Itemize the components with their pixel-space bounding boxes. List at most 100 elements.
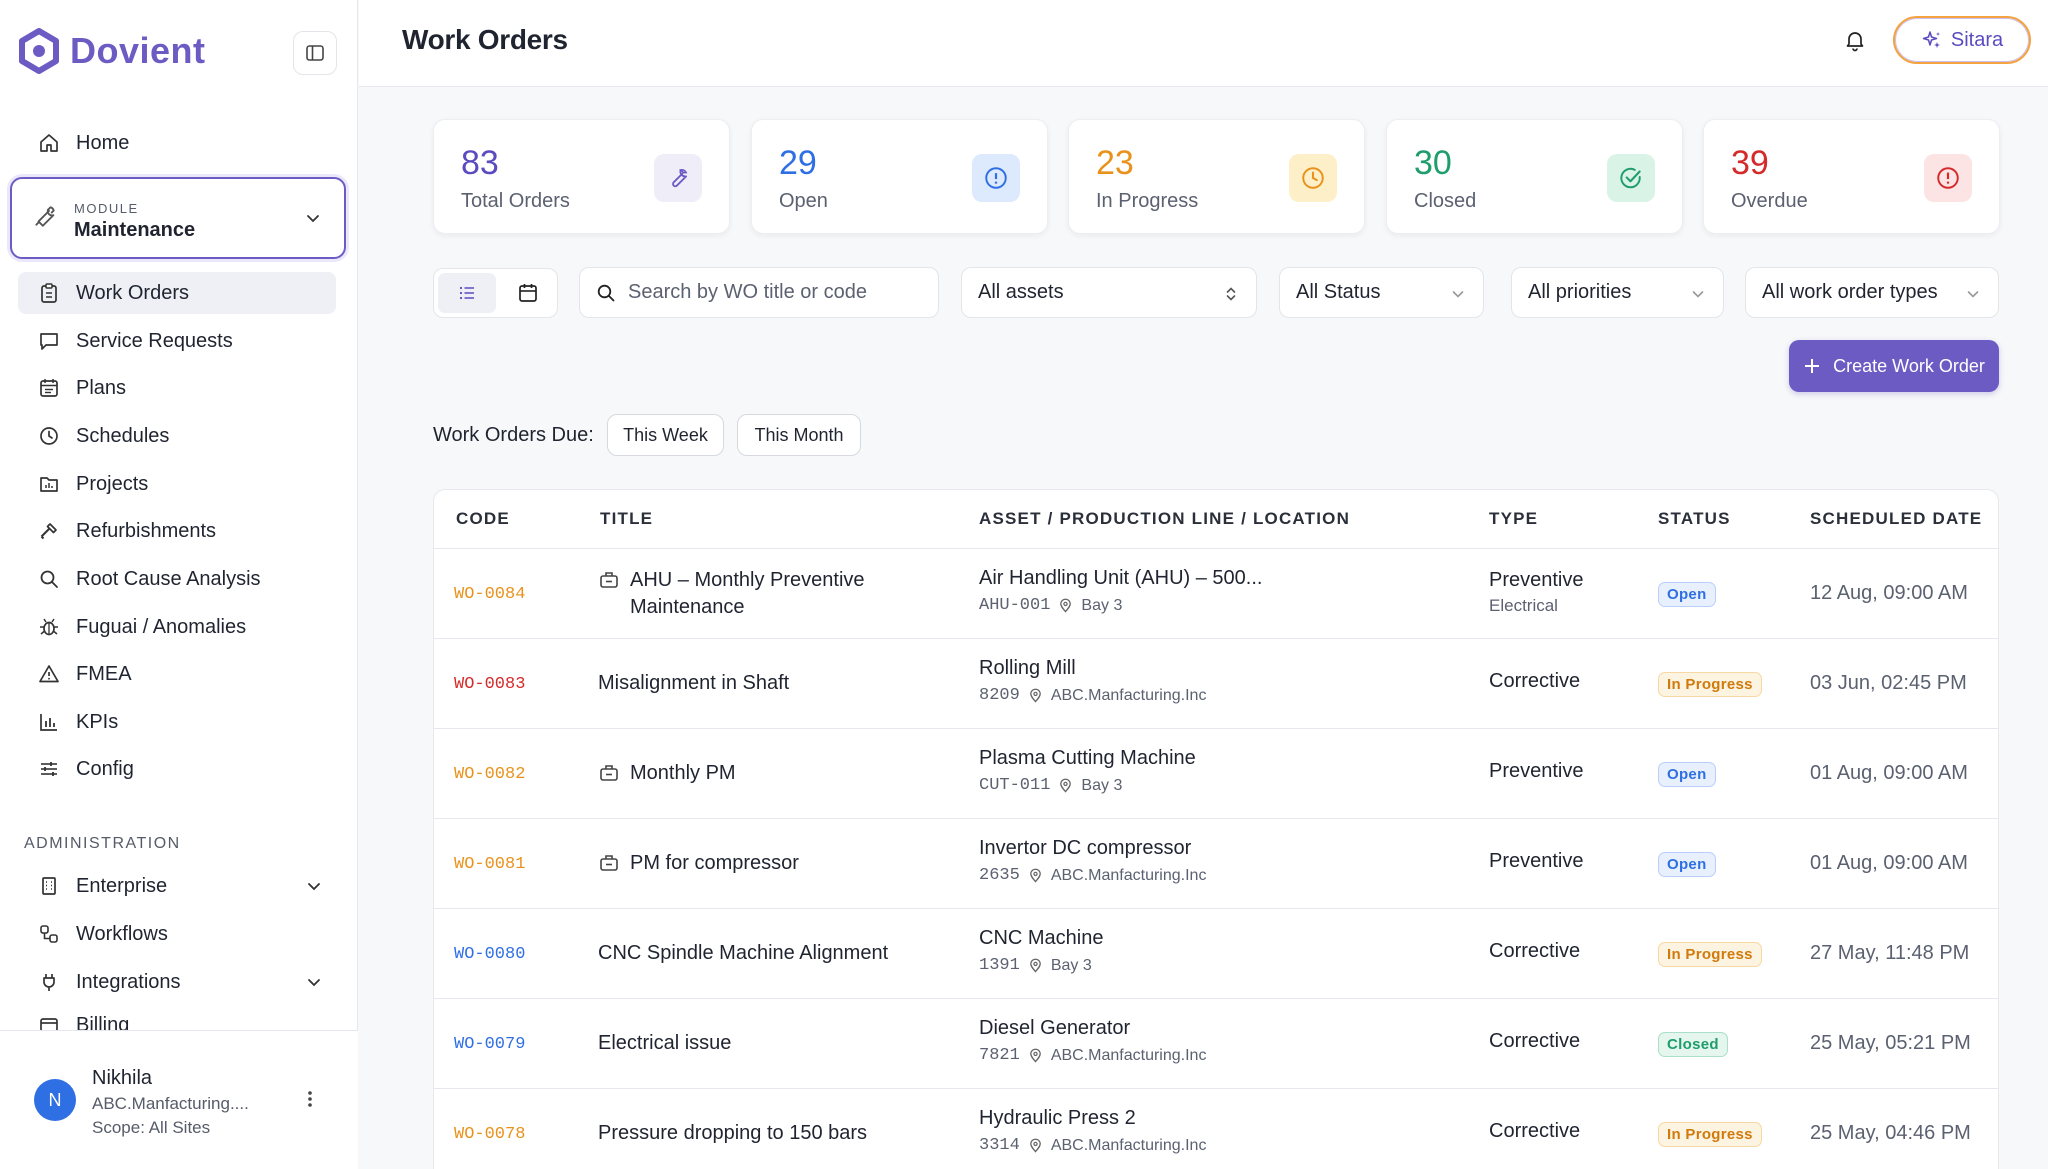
asset-name[interactable]: Hydraulic Press 2 xyxy=(979,1107,1459,1130)
location-pin-icon xyxy=(1028,1138,1043,1153)
table-row[interactable]: WO-0080 CNC Spindle Machine Alignment CNC … xyxy=(434,908,1998,998)
wo-title[interactable]: CNC Spindle Machine Alignment xyxy=(598,940,938,967)
column-header-code[interactable]: CODE xyxy=(456,490,510,548)
module-selector[interactable]: MODULE Maintenance xyxy=(10,177,346,259)
wo-code-link[interactable]: WO-0078 xyxy=(454,1125,525,1144)
column-header-scheduled-date[interactable]: SCHEDULED DATE xyxy=(1810,490,1982,548)
calendar-view-button[interactable] xyxy=(502,273,554,313)
table-row[interactable]: WO-0079 Electrical issue Diesel Generator 7… xyxy=(434,998,1998,1088)
sidebar-item-schedules[interactable]: Schedules xyxy=(18,415,336,457)
view-toggle xyxy=(433,268,558,318)
work-order-types-filter-select[interactable]: All work order types xyxy=(1745,267,1999,318)
chevron-up-down-icon xyxy=(1222,285,1240,303)
sidebar-item-workflows[interactable]: Workflows xyxy=(18,913,336,955)
stat-card-overdue[interactable]: 39 Overdue xyxy=(1703,119,2000,234)
asset-name[interactable]: Diesel Generator xyxy=(979,1017,1459,1040)
administration-section-label: ADMINISTRATION xyxy=(24,835,181,852)
location-pin-icon xyxy=(1028,688,1043,703)
sidebar-item-fmea[interactable]: FMEA xyxy=(18,653,336,695)
bell-icon[interactable] xyxy=(1843,28,1867,52)
sidebar-item-kpis[interactable]: KPIs xyxy=(18,701,336,743)
more-vertical-icon[interactable] xyxy=(300,1089,320,1109)
wo-code-link[interactable]: WO-0080 xyxy=(454,945,525,964)
wo-title[interactable]: Misalignment in Shaft xyxy=(598,670,938,697)
wo-title[interactable]: AHU – Monthly Preventive Maintenance xyxy=(598,567,938,621)
wo-code-link[interactable]: WO-0083 xyxy=(454,675,525,694)
sidebar-item-root-cause-analysis[interactable]: Root Cause Analysis xyxy=(18,558,336,600)
sidebar-item-fuguai-anomalies[interactable]: Fuguai / Anomalies xyxy=(18,606,336,648)
table-row[interactable]: WO-0078 Pressure dropping to 150 bars Hydr… xyxy=(434,1088,1998,1169)
asset-location: ABC.Manfacturing.Inc xyxy=(1050,686,1207,704)
asset-location: ABC.Manfacturing.Inc xyxy=(1050,866,1207,884)
sidebar-item-work-orders[interactable]: Work Orders xyxy=(18,272,336,314)
sidebar-item-integrations[interactable]: Integrations xyxy=(18,961,336,1003)
asset-name[interactable]: Rolling Mill xyxy=(979,657,1459,680)
wo-code-link[interactable]: WO-0084 xyxy=(454,585,525,604)
status-badge: Open xyxy=(1658,762,1716,787)
stat-card-closed[interactable]: 30 Closed xyxy=(1386,119,1683,234)
column-header-asset[interactable]: ASSET / PRODUCTION LINE / LOCATION xyxy=(979,490,1350,548)
sidebar-item-refurbishments[interactable]: Refurbishments xyxy=(18,510,336,552)
wo-title-text: Misalignment in Shaft xyxy=(598,672,790,694)
assets-filter-select[interactable]: All assets xyxy=(961,267,1257,318)
wo-title[interactable]: Monthly PM xyxy=(598,760,938,787)
status-cell: Open xyxy=(1658,762,1716,787)
table-row[interactable]: WO-0083 Misalignment in Shaft Rolling Mill… xyxy=(434,638,1998,728)
stat-card-open[interactable]: 29 Open xyxy=(751,119,1048,234)
sitara-assistant-button[interactable]: Sitara xyxy=(1893,16,2031,64)
asset-name[interactable]: Air Handling Unit (AHU) – 500... xyxy=(979,567,1459,590)
create-work-order-button[interactable]: Create Work Order xyxy=(1789,340,1999,392)
asset-details: 8209 ABC.Manfacturing.Inc xyxy=(979,686,1459,705)
wo-title[interactable]: Electrical issue xyxy=(598,1030,938,1057)
sidebar-item-projects[interactable]: Projects xyxy=(18,463,336,505)
asset-code: 8209 xyxy=(979,686,1020,705)
table-row[interactable]: WO-0084 AHU – Monthly Preventive Maintena… xyxy=(434,548,1998,638)
this-week-button[interactable]: This Week xyxy=(607,414,724,456)
sidebar-item-home[interactable]: Home xyxy=(18,122,336,164)
avatar: N xyxy=(34,1079,76,1121)
column-header-status[interactable]: STATUS xyxy=(1658,490,1731,548)
stat-label: Closed xyxy=(1414,190,1477,212)
wo-code-link[interactable]: WO-0082 xyxy=(454,765,525,784)
status-cell: In Progress xyxy=(1658,1122,1762,1147)
stat-card-total[interactable]: 83 Total Orders xyxy=(433,119,730,234)
type-cell: Corrective xyxy=(1489,940,1580,963)
table-row[interactable]: WO-0081 PM for compressor Invertor DC comp… xyxy=(434,818,1998,908)
asset-name[interactable]: CNC Machine xyxy=(979,927,1459,950)
calendar-icon xyxy=(517,282,539,304)
home-icon xyxy=(38,132,60,154)
wo-code-link[interactable]: WO-0081 xyxy=(454,855,525,874)
sidebar-item-billing[interactable]: Billing xyxy=(18,1008,336,1030)
user-profile[interactable]: N Nikhila ABC.Manfacturing.... Scope: Al… xyxy=(0,1030,358,1169)
brand-logo[interactable]: Dovient xyxy=(16,28,206,74)
asset-details: AHU-001 Bay 3 xyxy=(979,596,1459,615)
sliders-icon xyxy=(38,758,60,780)
this-month-button[interactable]: This Month xyxy=(737,414,861,456)
asset-name[interactable]: Plasma Cutting Machine xyxy=(979,747,1459,770)
search-input[interactable] xyxy=(628,281,918,304)
column-header-type[interactable]: TYPE xyxy=(1489,490,1538,548)
collapse-sidebar-button[interactable] xyxy=(293,31,337,75)
list-view-button[interactable] xyxy=(438,273,496,313)
sidebar-item-config[interactable]: Config xyxy=(18,748,336,790)
asset-location: ABC.Manfacturing.Inc xyxy=(1050,1136,1207,1154)
table-row[interactable]: WO-0082 Monthly PM Plasma Cutting Machine C… xyxy=(434,728,1998,818)
status-filter-select[interactable]: All Status xyxy=(1279,267,1484,318)
sidebar-item-enterprise[interactable]: Enterprise xyxy=(18,865,336,907)
wo-type: Corrective xyxy=(1489,940,1581,962)
asset-name[interactable]: Invertor DC compressor xyxy=(979,837,1459,860)
workflow-icon xyxy=(38,923,60,945)
sidebar-item-service-requests[interactable]: Service Requests xyxy=(18,320,336,362)
status-badge: Closed xyxy=(1658,1032,1728,1057)
sidebar-item-label: Service Requests xyxy=(76,329,233,352)
sidebar-item-plans[interactable]: Plans xyxy=(18,367,336,409)
sidebar-item-label: Workflows xyxy=(76,922,168,945)
stat-card-in-progress[interactable]: 23 In Progress xyxy=(1068,119,1365,234)
asset-cell: Air Handling Unit (AHU) – 500... AHU-001 B… xyxy=(979,567,1459,615)
column-header-title[interactable]: TITLE xyxy=(600,490,653,548)
priorities-filter-select[interactable]: All priorities xyxy=(1511,267,1724,318)
asset-cell: Rolling Mill 8209 ABC.Manfacturing.Inc xyxy=(979,657,1459,705)
wo-title[interactable]: PM for compressor xyxy=(598,850,938,877)
wo-code-link[interactable]: WO-0079 xyxy=(454,1035,525,1054)
wo-title[interactable]: Pressure dropping to 150 bars xyxy=(598,1120,938,1147)
